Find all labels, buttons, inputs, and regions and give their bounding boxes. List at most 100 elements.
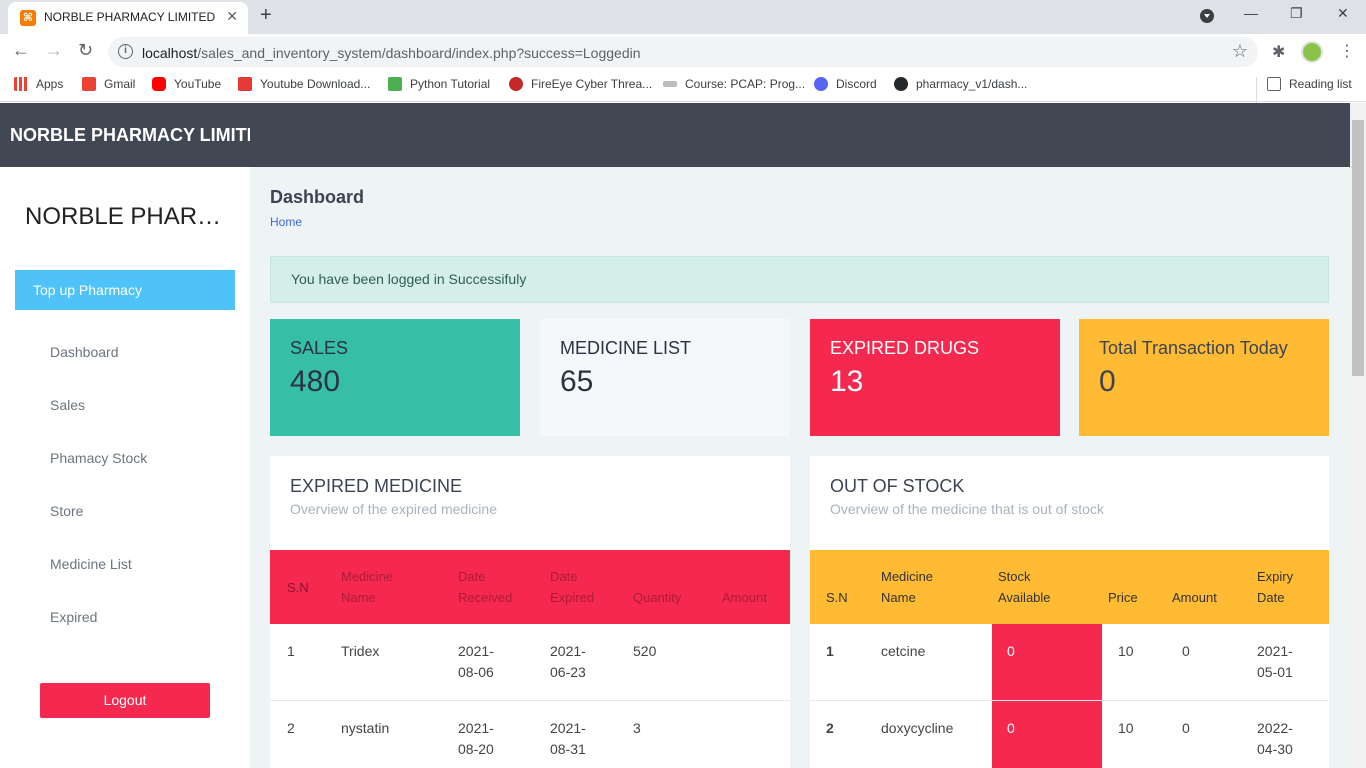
- extensions-puzzle-icon[interactable]: ✱: [1272, 42, 1285, 62]
- app-viewport: NORBLE PHARMACY LIMITED NORBLE PHARMACY …: [0, 103, 1350, 768]
- stat-value: 480: [290, 365, 341, 398]
- table-cell: nystatin: [335, 700, 452, 768]
- out-of-stock-table: S.N Medicine Name Stock Available Price …: [810, 550, 1329, 768]
- column-header: Date Expired: [550, 569, 595, 605]
- url-text: localhost/sales_and_inventory_system/das…: [142, 45, 641, 61]
- stat-label: SALES: [290, 338, 349, 358]
- table-cell: Tridex: [335, 624, 452, 701]
- table-cell: 520: [627, 624, 716, 701]
- reading-list-icon: [1267, 77, 1281, 91]
- table-cell: 2021-06-23: [544, 624, 627, 701]
- table-cell: 2022-04-30: [1251, 700, 1329, 768]
- reload-icon[interactable]: ↻: [78, 40, 93, 61]
- page-scrollbar[interactable]: [1350, 103, 1366, 768]
- browser-tab-bar: ⌘ NORBLE PHARMACY LIMITED ✕ + — ❐ ✕: [0, 0, 1366, 34]
- site-info-icon[interactable]: i: [118, 44, 133, 59]
- table-cell: 2021-08-20: [452, 700, 544, 768]
- minimize-icon[interactable]: —: [1244, 5, 1258, 21]
- window-close-icon[interactable]: ✕: [1337, 5, 1349, 22]
- sidebar-item-medicine-list[interactable]: Medicine List: [50, 556, 132, 572]
- table-cell: 1: [810, 624, 875, 701]
- app-brand[interactable]: NORBLE PHARMACY LIMITED: [10, 125, 250, 146]
- sidebar: NORBLE PHARMACY LIMITED Top up Pharmacy …: [0, 167, 250, 768]
- discord-icon: [814, 77, 828, 91]
- stat-value: 13: [830, 365, 864, 398]
- bookmark-github[interactable]: pharmacy_v1/dash...: [894, 77, 1027, 91]
- stat-card-sales[interactable]: SALES 480: [270, 319, 520, 436]
- column-header: Date Received: [458, 569, 513, 605]
- address-bar[interactable]: i localhost/sales_and_inventory_system/d…: [108, 37, 1258, 67]
- profile-avatar[interactable]: [1301, 41, 1323, 63]
- table-cell: 2: [810, 700, 875, 768]
- bookmark-youtube[interactable]: YouTube: [152, 77, 221, 91]
- restore-icon[interactable]: ❐: [1290, 5, 1303, 22]
- bookmark-youtube-downloader[interactable]: Youtube Download...: [238, 77, 370, 91]
- download-icon: [238, 77, 252, 91]
- column-header: Stock Available: [998, 569, 1051, 605]
- expired-medicine-table: S.N Medicine Name Date Received Date Exp…: [270, 550, 790, 768]
- page-title: Dashboard: [270, 187, 365, 207]
- stat-label: Total Transaction Today: [1099, 338, 1288, 358]
- out-of-stock-card: OUT OF STOCK Overview of the medicine th…: [810, 456, 1329, 768]
- table-cell: 1: [270, 624, 335, 701]
- column-header: S.N: [287, 579, 309, 595]
- card-title: OUT OF STOCK: [830, 476, 965, 496]
- stat-label: MEDICINE LIST: [560, 338, 692, 358]
- xampp-favicon-icon: ⌘: [20, 10, 36, 26]
- browser-tab[interactable]: ⌘ NORBLE PHARMACY LIMITED ✕: [8, 2, 248, 34]
- bookmark-fireeye[interactable]: FireEye Cyber Threa...: [509, 77, 652, 91]
- table-cell: 0: [1166, 624, 1251, 701]
- app-header: NORBLE PHARMACY LIMITED: [0, 103, 1350, 167]
- close-tab-icon[interactable]: ✕: [226, 8, 238, 25]
- back-arrow-icon[interactable]: ←: [12, 40, 30, 61]
- sidebar-item-dashboard[interactable]: Dashboard: [50, 344, 119, 360]
- bookmark-gmail[interactable]: Gmail: [82, 77, 135, 91]
- column-header: Medicine Name: [881, 569, 934, 605]
- table-cell: doxycycline: [875, 700, 992, 768]
- column-header: Expiry Date: [1257, 569, 1294, 605]
- logout-button[interactable]: Logout: [40, 683, 210, 718]
- scrollbar-thumb[interactable]: [1352, 120, 1364, 376]
- forward-arrow-icon[interactable]: →: [45, 40, 63, 61]
- table-row: 2 doxycycline 0 10 0 2022-04-30: [810, 700, 1329, 768]
- sidebar-item-expired[interactable]: Expired: [50, 609, 97, 625]
- bookmark-discord[interactable]: Discord: [814, 77, 877, 91]
- github-icon: [894, 77, 908, 91]
- column-header: Amount: [1172, 590, 1217, 605]
- table-cell: 2021-08-31: [544, 700, 627, 768]
- table-row: 1 Tridex 2021-08-06 2021-06-23 520: [270, 624, 790, 701]
- table-cell: cetcine: [875, 624, 992, 701]
- browser-toolbar: ← → ↻ i localhost/sales_and_inventory_sy…: [0, 34, 1366, 70]
- sidebar-item-sales[interactable]: Sales: [50, 397, 85, 413]
- table-cell: 10: [1102, 624, 1166, 701]
- stat-card-total-transaction[interactable]: Total Transaction Today 0: [1079, 319, 1329, 436]
- table-cell: [716, 624, 790, 701]
- table-row: 2 nystatin 2021-08-20 2021-08-31 3: [270, 700, 790, 768]
- new-tab-icon[interactable]: +: [260, 4, 272, 27]
- bookmark-apps[interactable]: Apps: [14, 77, 63, 91]
- w3schools-icon: [388, 77, 402, 91]
- browser-menu-icon[interactable]: ⋮: [1339, 41, 1355, 61]
- table-cell: 3: [627, 700, 716, 768]
- stat-label: EXPIRED DRUGS: [830, 338, 980, 358]
- breadcrumb-home[interactable]: Home: [270, 215, 302, 229]
- bookmark-python-tutorial[interactable]: Python Tutorial: [388, 77, 490, 91]
- sidebar-item-store[interactable]: Store: [50, 503, 83, 519]
- login-success-alert: You have been logged in Successifuly: [270, 256, 1329, 303]
- table-header-row: S.N Medicine Name Date Received Date Exp…: [270, 550, 790, 624]
- table-cell: [716, 700, 790, 768]
- sidebar-item-pharmacy-stock[interactable]: Phamacy Stock: [50, 450, 147, 466]
- table-cell: 0: [1166, 700, 1251, 768]
- stock-cell-out: 0: [992, 700, 1102, 768]
- column-header: Amount: [722, 590, 767, 605]
- top-up-pharmacy-button[interactable]: Top up Pharmacy: [15, 270, 235, 310]
- table-cell: 2: [270, 700, 335, 768]
- tab-search-icon[interactable]: [1200, 9, 1214, 23]
- table-header-row: S.N Medicine Name Stock Available Price …: [810, 550, 1329, 624]
- bookmark-course-pcap[interactable]: Course: PCAP: Prog...: [663, 77, 805, 91]
- fireeye-icon: [509, 77, 523, 91]
- bookmarks-bar: Apps Gmail YouTube Youtube Download... P…: [0, 70, 1366, 102]
- bookmark-star-icon[interactable]: ☆: [1232, 41, 1248, 62]
- stat-card-expired-drugs[interactable]: EXPIRED DRUGS 13: [810, 319, 1060, 436]
- stat-card-medicine-list[interactable]: MEDICINE LIST 65: [540, 319, 790, 436]
